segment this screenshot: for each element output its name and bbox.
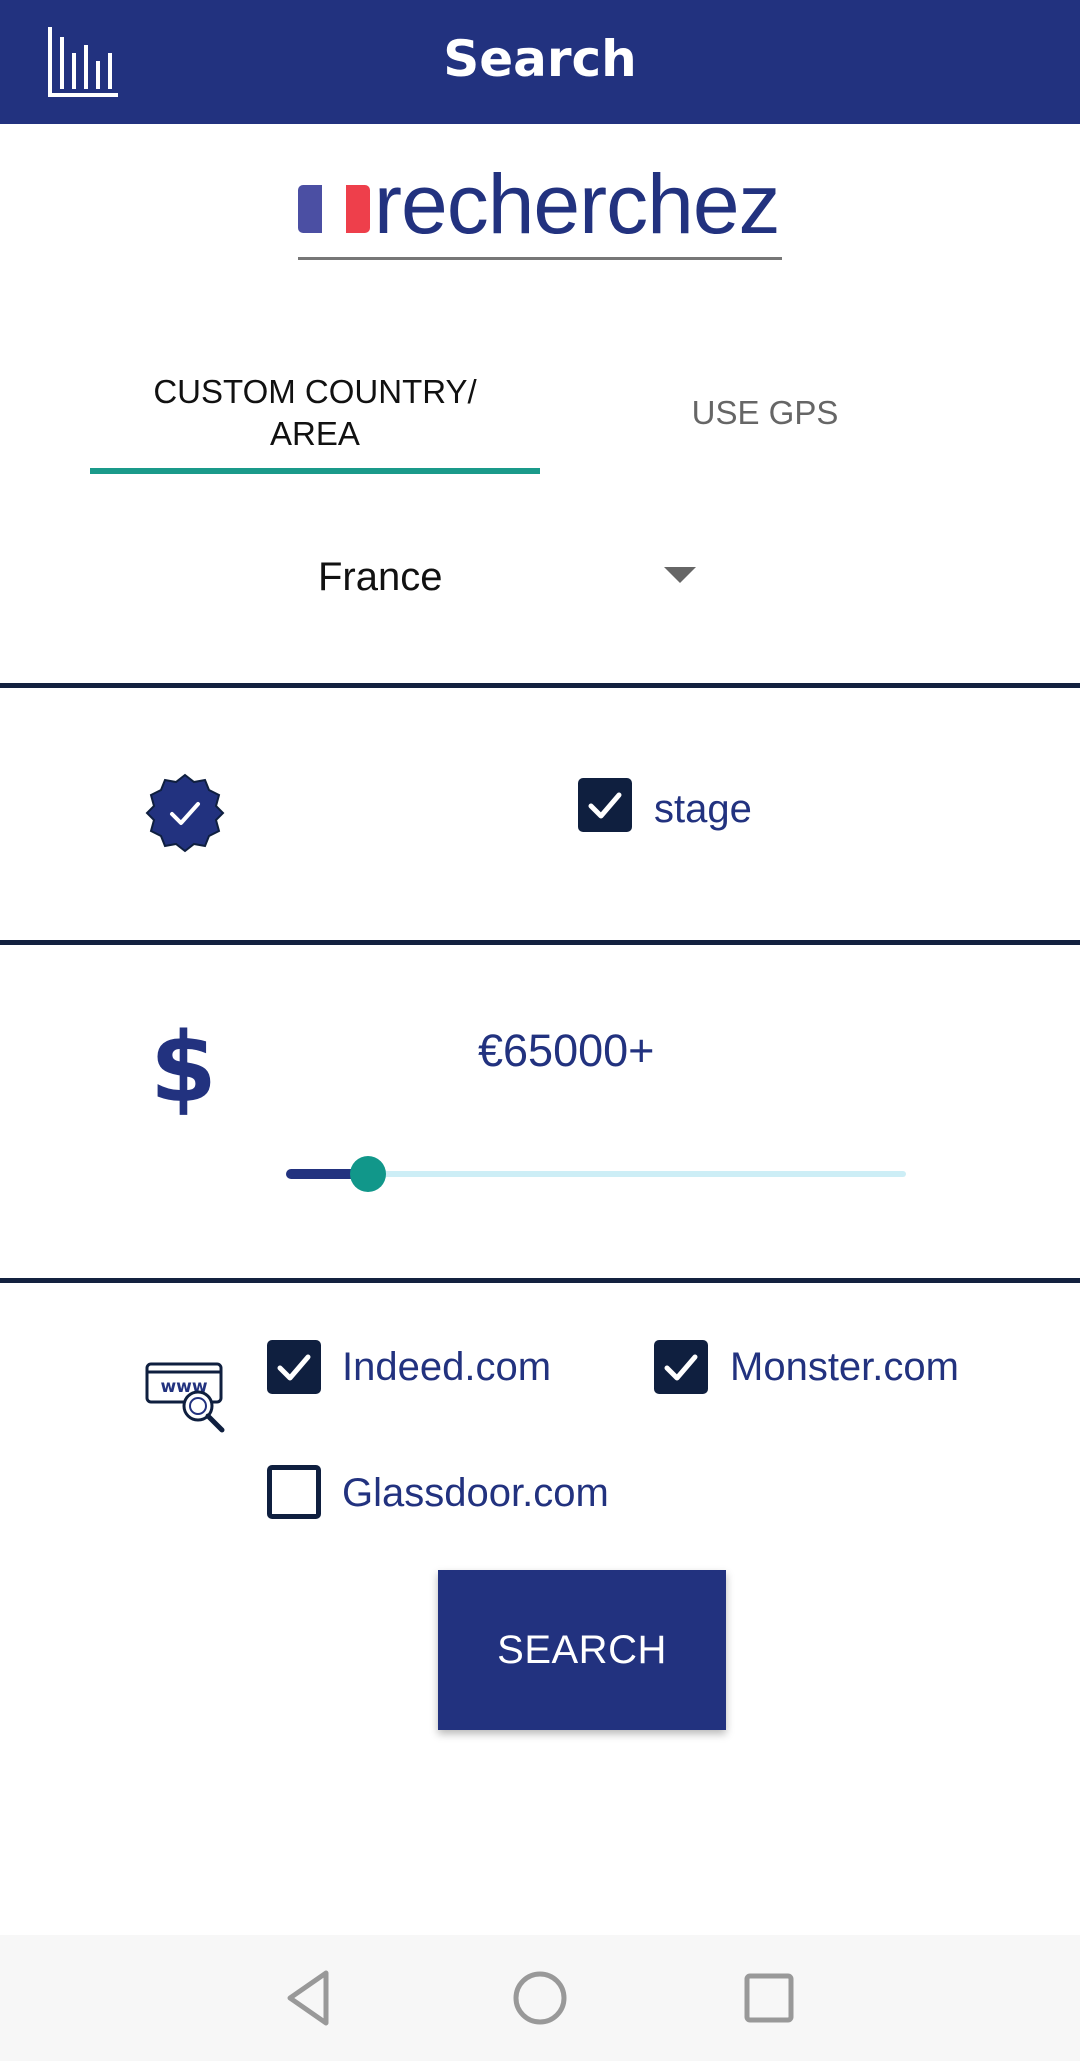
monster-checkbox[interactable] (654, 1340, 708, 1394)
tab-use-gps[interactable]: USE GPS (540, 350, 990, 476)
section-divider (0, 1278, 1080, 1283)
glassdoor-label: Glassdoor.com (342, 1471, 609, 1515)
tab-indicator (90, 468, 540, 474)
location-tabs: CUSTOM COUNTRY/ AREA USE GPS (90, 350, 990, 476)
recents-square-icon[interactable] (736, 1965, 802, 2031)
checkmark-icon (277, 1354, 311, 1381)
app-root: Search recherchez CUSTOM COUNTRY/ AREA U… (0, 0, 1080, 2061)
indeed-checkbox[interactable] (267, 1340, 321, 1394)
home-circle-icon[interactable] (507, 1965, 573, 2031)
france-flag-icon (298, 184, 370, 233)
www-search-icon: www (145, 1362, 225, 1433)
app-bar: Search (0, 0, 1080, 124)
section-divider (0, 940, 1080, 945)
checkmark-icon (664, 1354, 698, 1381)
indeed-label: Indeed.com (342, 1345, 552, 1389)
dollar-icon: $ (150, 1012, 217, 1124)
glassdoor-checkbox[interactable] (267, 1465, 321, 1519)
stage-label: stage (654, 787, 752, 831)
stage-checkbox[interactable] (578, 778, 632, 832)
monster-label: Monster.com (730, 1345, 959, 1389)
tab-custom-country-label: CUSTOM COUNTRY/ AREA (153, 373, 477, 452)
salary-value: €65000+ (478, 1025, 655, 1076)
page-title: Search (443, 30, 637, 88)
tab-use-gps-label: USE GPS (691, 394, 839, 431)
salary-slider[interactable] (286, 1148, 906, 1200)
keyword-input-value: recherchez (374, 156, 781, 251)
system-nav-bar (0, 1935, 1080, 2061)
back-triangle-icon[interactable] (276, 1965, 342, 2031)
country-selected-value: France (318, 554, 443, 599)
dropdown-arrow-icon (664, 567, 696, 583)
section-divider (0, 683, 1080, 688)
keyword-field[interactable]: recherchez (298, 150, 782, 260)
checkmark-icon (588, 792, 622, 819)
search-button[interactable]: SEARCH (438, 1570, 726, 1730)
slider-thumb[interactable] (350, 1156, 386, 1192)
country-dropdown[interactable]: France (318, 545, 718, 609)
verified-badge-icon (145, 773, 225, 853)
tab-custom-country[interactable]: CUSTOM COUNTRY/ AREA (90, 350, 540, 476)
